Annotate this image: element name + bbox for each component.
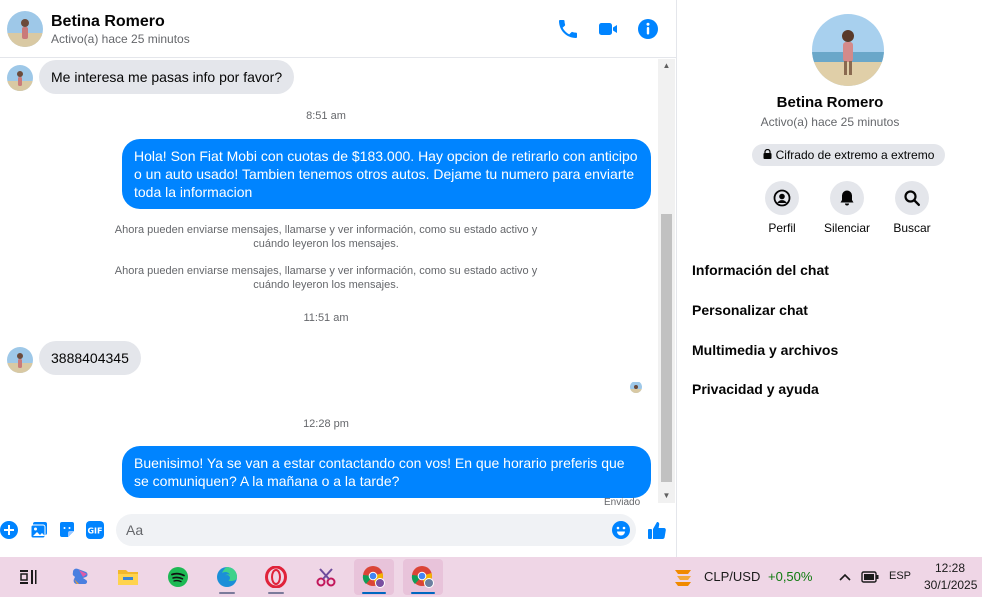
lock-icon: [763, 148, 772, 162]
photo-gallery-icon[interactable]: [30, 521, 48, 539]
contact-status: Activo(a) hace 25 minutos: [51, 32, 190, 46]
opera-icon[interactable]: [256, 559, 296, 595]
search-button[interactable]: Buscar: [877, 181, 947, 235]
currency-change[interactable]: +0,50%: [768, 569, 812, 584]
timestamp: 8:51 am: [306, 110, 346, 122]
clock-date[interactable]: 30/1/2025: [924, 578, 977, 592]
emoji-icon[interactable]: [612, 521, 630, 539]
sender-avatar: [7, 65, 33, 91]
info-icon[interactable]: [636, 17, 660, 41]
battery-icon[interactable]: [858, 559, 882, 595]
seen-receipt-avatar: [630, 381, 642, 393]
menu-customize-chat[interactable]: Personalizar chat: [692, 302, 808, 318]
message-scrollbar[interactable]: ▲ ▼: [658, 59, 675, 503]
edge-browser-icon[interactable]: [207, 559, 247, 595]
scroll-down-arrow-icon[interactable]: ▼: [658, 489, 675, 503]
copilot-icon[interactable]: [60, 559, 100, 595]
contact-avatar[interactable]: [7, 11, 43, 47]
chevron-up-icon[interactable]: [834, 559, 856, 595]
currency-widget-icon[interactable]: [664, 559, 702, 595]
menu-privacy-help[interactable]: Privacidad y ayuda: [692, 381, 819, 397]
currency-pair[interactable]: CLP/USD: [704, 569, 760, 584]
mute-button[interactable]: Silenciar: [812, 181, 882, 235]
encryption-badge[interactable]: Cifrado de extremo a extremo: [752, 144, 945, 166]
taskbar: CLP/USD +0,50% ESP 12:28 30/1/2025: [0, 557, 982, 597]
system-message: Ahora pueden enviarse mensajes, llamarse…: [114, 224, 538, 250]
message-input[interactable]: [116, 514, 636, 546]
search-icon: [895, 181, 929, 215]
profile-button-label: Perfil: [768, 221, 796, 235]
plus-circle-icon[interactable]: [0, 521, 18, 539]
spotify-icon[interactable]: [158, 559, 198, 595]
scroll-up-arrow-icon[interactable]: ▲: [658, 59, 675, 73]
active-indicator: [362, 592, 386, 594]
timestamp: 12:28 pm: [303, 418, 349, 430]
message-incoming[interactable]: 3888404345: [39, 341, 141, 375]
delivery-status: Enviado: [604, 497, 641, 507]
thumbs-up-icon[interactable]: [647, 520, 667, 540]
sticker-icon[interactable]: [58, 521, 76, 539]
running-indicator: [219, 592, 235, 594]
profile-icon: [765, 181, 799, 215]
timestamp: 11:51 am: [303, 312, 349, 324]
profile-status: Activo(a) hace 25 minutos: [760, 115, 900, 129]
running-indicator: [268, 592, 284, 594]
snipping-tool-icon[interactable]: [306, 559, 346, 595]
chat-header: Betina Romero Activo(a) hace 25 minutos: [0, 0, 676, 58]
menu-chat-info[interactable]: Información del chat: [692, 262, 829, 278]
mute-button-label: Silenciar: [823, 221, 871, 235]
scrollbar-thumb[interactable]: [661, 214, 672, 482]
chrome-profile-2-icon[interactable]: [403, 559, 443, 595]
conversation-info-panel: Betina Romero Activo(a) hace 25 minutos …: [676, 0, 982, 557]
profile-button[interactable]: Perfil: [747, 181, 817, 235]
menu-media-files[interactable]: Multimedia y archivos: [692, 342, 838, 358]
contact-name[interactable]: Betina Romero: [51, 13, 165, 31]
svg-text:GIF: GIF: [87, 527, 102, 536]
gif-icon[interactable]: GIF: [86, 521, 104, 539]
input-language[interactable]: ESP: [889, 570, 911, 582]
message-outgoing[interactable]: Buenisimo! Ya se van a estar contactando…: [122, 446, 651, 498]
encryption-label: Cifrado de extremo a extremo: [775, 148, 935, 162]
profile-avatar[interactable]: [812, 14, 884, 86]
composer: GIF: [0, 507, 676, 557]
sender-avatar: [7, 347, 33, 373]
phone-icon[interactable]: [556, 17, 580, 41]
search-button-label: Buscar: [893, 221, 931, 235]
message-outgoing[interactable]: Hola! Son Fiat Mobi con cuotas de $183.0…: [122, 139, 651, 209]
video-call-icon[interactable]: [596, 17, 620, 41]
task-view-icon[interactable]: [8, 559, 48, 595]
app-window: Betina Romero Activo(a) hace 25 minutos …: [0, 0, 982, 597]
bell-icon: [830, 181, 864, 215]
active-indicator: [411, 592, 435, 594]
profile-name: Betina Romero: [776, 94, 884, 111]
message-list[interactable]: Me interesa me pasas info por favor? 8:5…: [0, 59, 658, 507]
chat-pane: Betina Romero Activo(a) hace 25 minutos …: [0, 0, 676, 557]
clock-time[interactable]: 12:28: [935, 561, 965, 575]
system-message: Ahora pueden enviarse mensajes, llamarse…: [114, 265, 538, 291]
file-explorer-icon[interactable]: [108, 559, 148, 595]
message-incoming[interactable]: Me interesa me pasas info por favor?: [39, 60, 295, 94]
chrome-profile-1-icon[interactable]: [354, 559, 394, 595]
